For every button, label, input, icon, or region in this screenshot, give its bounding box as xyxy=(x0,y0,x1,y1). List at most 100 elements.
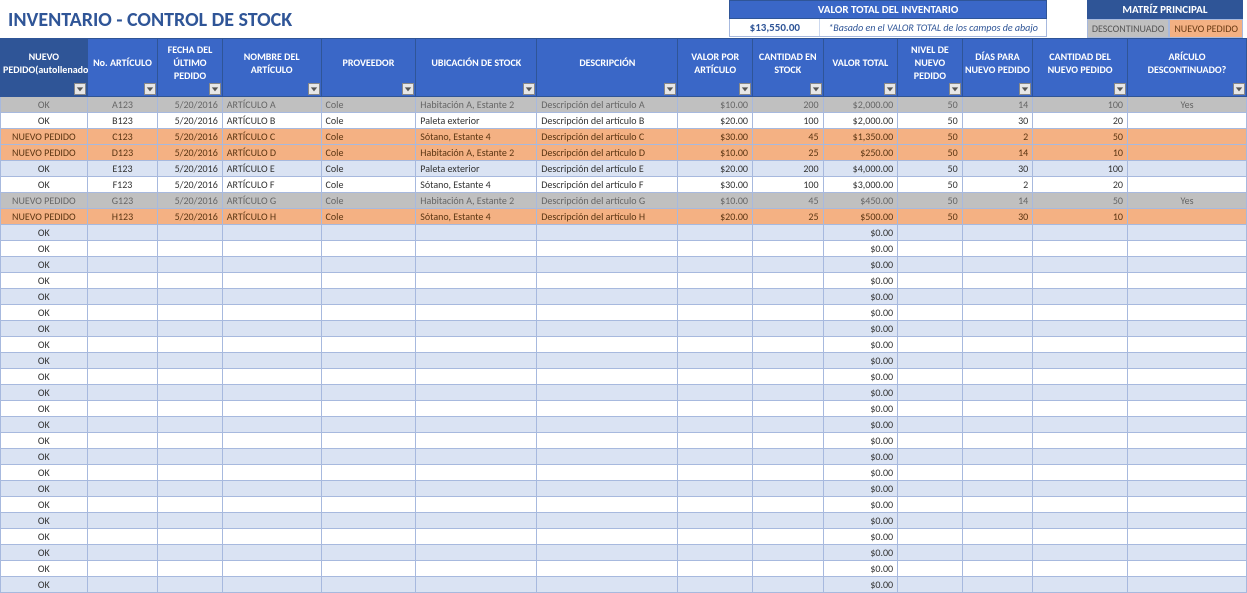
cell[interactable]: OK xyxy=(1,321,88,337)
table-row[interactable]: OK$0.00 xyxy=(1,465,1247,481)
cell[interactable] xyxy=(537,353,678,369)
cell[interactable] xyxy=(222,321,321,337)
table-row[interactable]: NUEVO PEDIDOG1235/20/2016ARTÍCULO GColeH… xyxy=(1,193,1247,209)
cell[interactable] xyxy=(1033,481,1128,497)
cell[interactable] xyxy=(321,225,416,241)
cell[interactable] xyxy=(1033,337,1128,353)
cell[interactable]: Descripción del artículo C xyxy=(537,129,678,145)
cell[interactable] xyxy=(898,353,963,369)
cell[interactable]: $10.00 xyxy=(678,145,753,161)
cell[interactable] xyxy=(898,513,963,529)
cell[interactable] xyxy=(1127,385,1246,401)
cell[interactable] xyxy=(537,433,678,449)
cell[interactable] xyxy=(87,561,158,577)
cell[interactable]: Cole xyxy=(321,161,416,177)
cell[interactable] xyxy=(416,513,537,529)
cell[interactable]: OK xyxy=(1,113,88,129)
cell[interactable] xyxy=(898,225,963,241)
cell[interactable]: $0.00 xyxy=(823,513,898,529)
cell[interactable] xyxy=(752,225,823,241)
cell[interactable]: 14 xyxy=(962,145,1033,161)
cell[interactable] xyxy=(537,545,678,561)
cell[interactable] xyxy=(898,561,963,577)
cell[interactable] xyxy=(158,417,223,433)
cell[interactable] xyxy=(678,401,753,417)
cell[interactable]: $2,000.00 xyxy=(823,97,898,113)
cell[interactable] xyxy=(158,449,223,465)
cell[interactable]: $0.00 xyxy=(823,449,898,465)
cell[interactable] xyxy=(158,241,223,257)
cell[interactable]: 50 xyxy=(898,209,963,225)
cell[interactable]: OK xyxy=(1,273,88,289)
cell[interactable] xyxy=(321,321,416,337)
cell[interactable] xyxy=(898,433,963,449)
cell[interactable] xyxy=(87,497,158,513)
cell[interactable] xyxy=(752,497,823,513)
cell[interactable] xyxy=(678,465,753,481)
cell[interactable] xyxy=(1127,401,1246,417)
cell[interactable] xyxy=(87,305,158,321)
cell[interactable] xyxy=(416,481,537,497)
cell[interactable] xyxy=(321,337,416,353)
cell[interactable] xyxy=(962,305,1033,321)
cell[interactable]: 100 xyxy=(752,177,823,193)
cell[interactable]: 200 xyxy=(752,161,823,177)
cell[interactable] xyxy=(962,481,1033,497)
table-row[interactable]: OK$0.00 xyxy=(1,321,1247,337)
cell[interactable]: H123 xyxy=(87,209,158,225)
cell[interactable]: 100 xyxy=(1033,161,1128,177)
cell[interactable]: D123 xyxy=(87,145,158,161)
cell[interactable] xyxy=(1033,225,1128,241)
cell[interactable] xyxy=(1127,369,1246,385)
cell[interactable]: Cole xyxy=(321,193,416,209)
cell[interactable] xyxy=(1033,289,1128,305)
cell[interactable] xyxy=(752,545,823,561)
cell[interactable] xyxy=(1127,225,1246,241)
cell[interactable] xyxy=(962,417,1033,433)
cell[interactable]: OK xyxy=(1,257,88,273)
cell[interactable] xyxy=(962,449,1033,465)
cell[interactable]: 5/20/2016 xyxy=(158,113,223,129)
cell[interactable]: 50 xyxy=(1033,193,1128,209)
cell[interactable] xyxy=(1127,257,1246,273)
cell[interactable]: 14 xyxy=(962,97,1033,113)
cell[interactable] xyxy=(678,481,753,497)
table-row[interactable]: OK$0.00 xyxy=(1,369,1247,385)
cell[interactable] xyxy=(537,385,678,401)
cell[interactable]: Descripción del artículo H xyxy=(537,209,678,225)
cell[interactable] xyxy=(962,529,1033,545)
cell[interactable] xyxy=(321,465,416,481)
cell[interactable] xyxy=(1033,353,1128,369)
cell[interactable] xyxy=(752,529,823,545)
cell[interactable]: $500.00 xyxy=(823,209,898,225)
cell[interactable] xyxy=(678,257,753,273)
cell[interactable] xyxy=(537,321,678,337)
cell[interactable]: 45 xyxy=(752,129,823,145)
filter-dropdown-icon[interactable] xyxy=(308,83,320,95)
cell[interactable]: C123 xyxy=(87,129,158,145)
cell[interactable]: OK xyxy=(1,465,88,481)
cell[interactable] xyxy=(678,225,753,241)
cell[interactable] xyxy=(678,433,753,449)
cell[interactable] xyxy=(962,257,1033,273)
cell[interactable]: ARTÍCULO H xyxy=(222,209,321,225)
cell[interactable] xyxy=(537,577,678,593)
cell[interactable] xyxy=(752,577,823,593)
cell[interactable] xyxy=(678,561,753,577)
cell[interactable]: $10.00 xyxy=(678,193,753,209)
table-row[interactable]: OK$0.00 xyxy=(1,449,1247,465)
cell[interactable] xyxy=(898,545,963,561)
cell[interactable] xyxy=(1033,449,1128,465)
cell[interactable] xyxy=(416,561,537,577)
cell[interactable] xyxy=(962,225,1033,241)
cell[interactable] xyxy=(537,401,678,417)
cell[interactable] xyxy=(898,497,963,513)
cell[interactable] xyxy=(222,561,321,577)
filter-dropdown-icon[interactable] xyxy=(739,83,751,95)
cell[interactable] xyxy=(537,465,678,481)
col-header[interactable]: DÍAS PARA NUEVO PEDIDO xyxy=(962,39,1033,97)
cell[interactable]: 25 xyxy=(752,145,823,161)
table-row[interactable]: OK$0.00 xyxy=(1,417,1247,433)
cell[interactable] xyxy=(1127,241,1246,257)
cell[interactable] xyxy=(678,273,753,289)
